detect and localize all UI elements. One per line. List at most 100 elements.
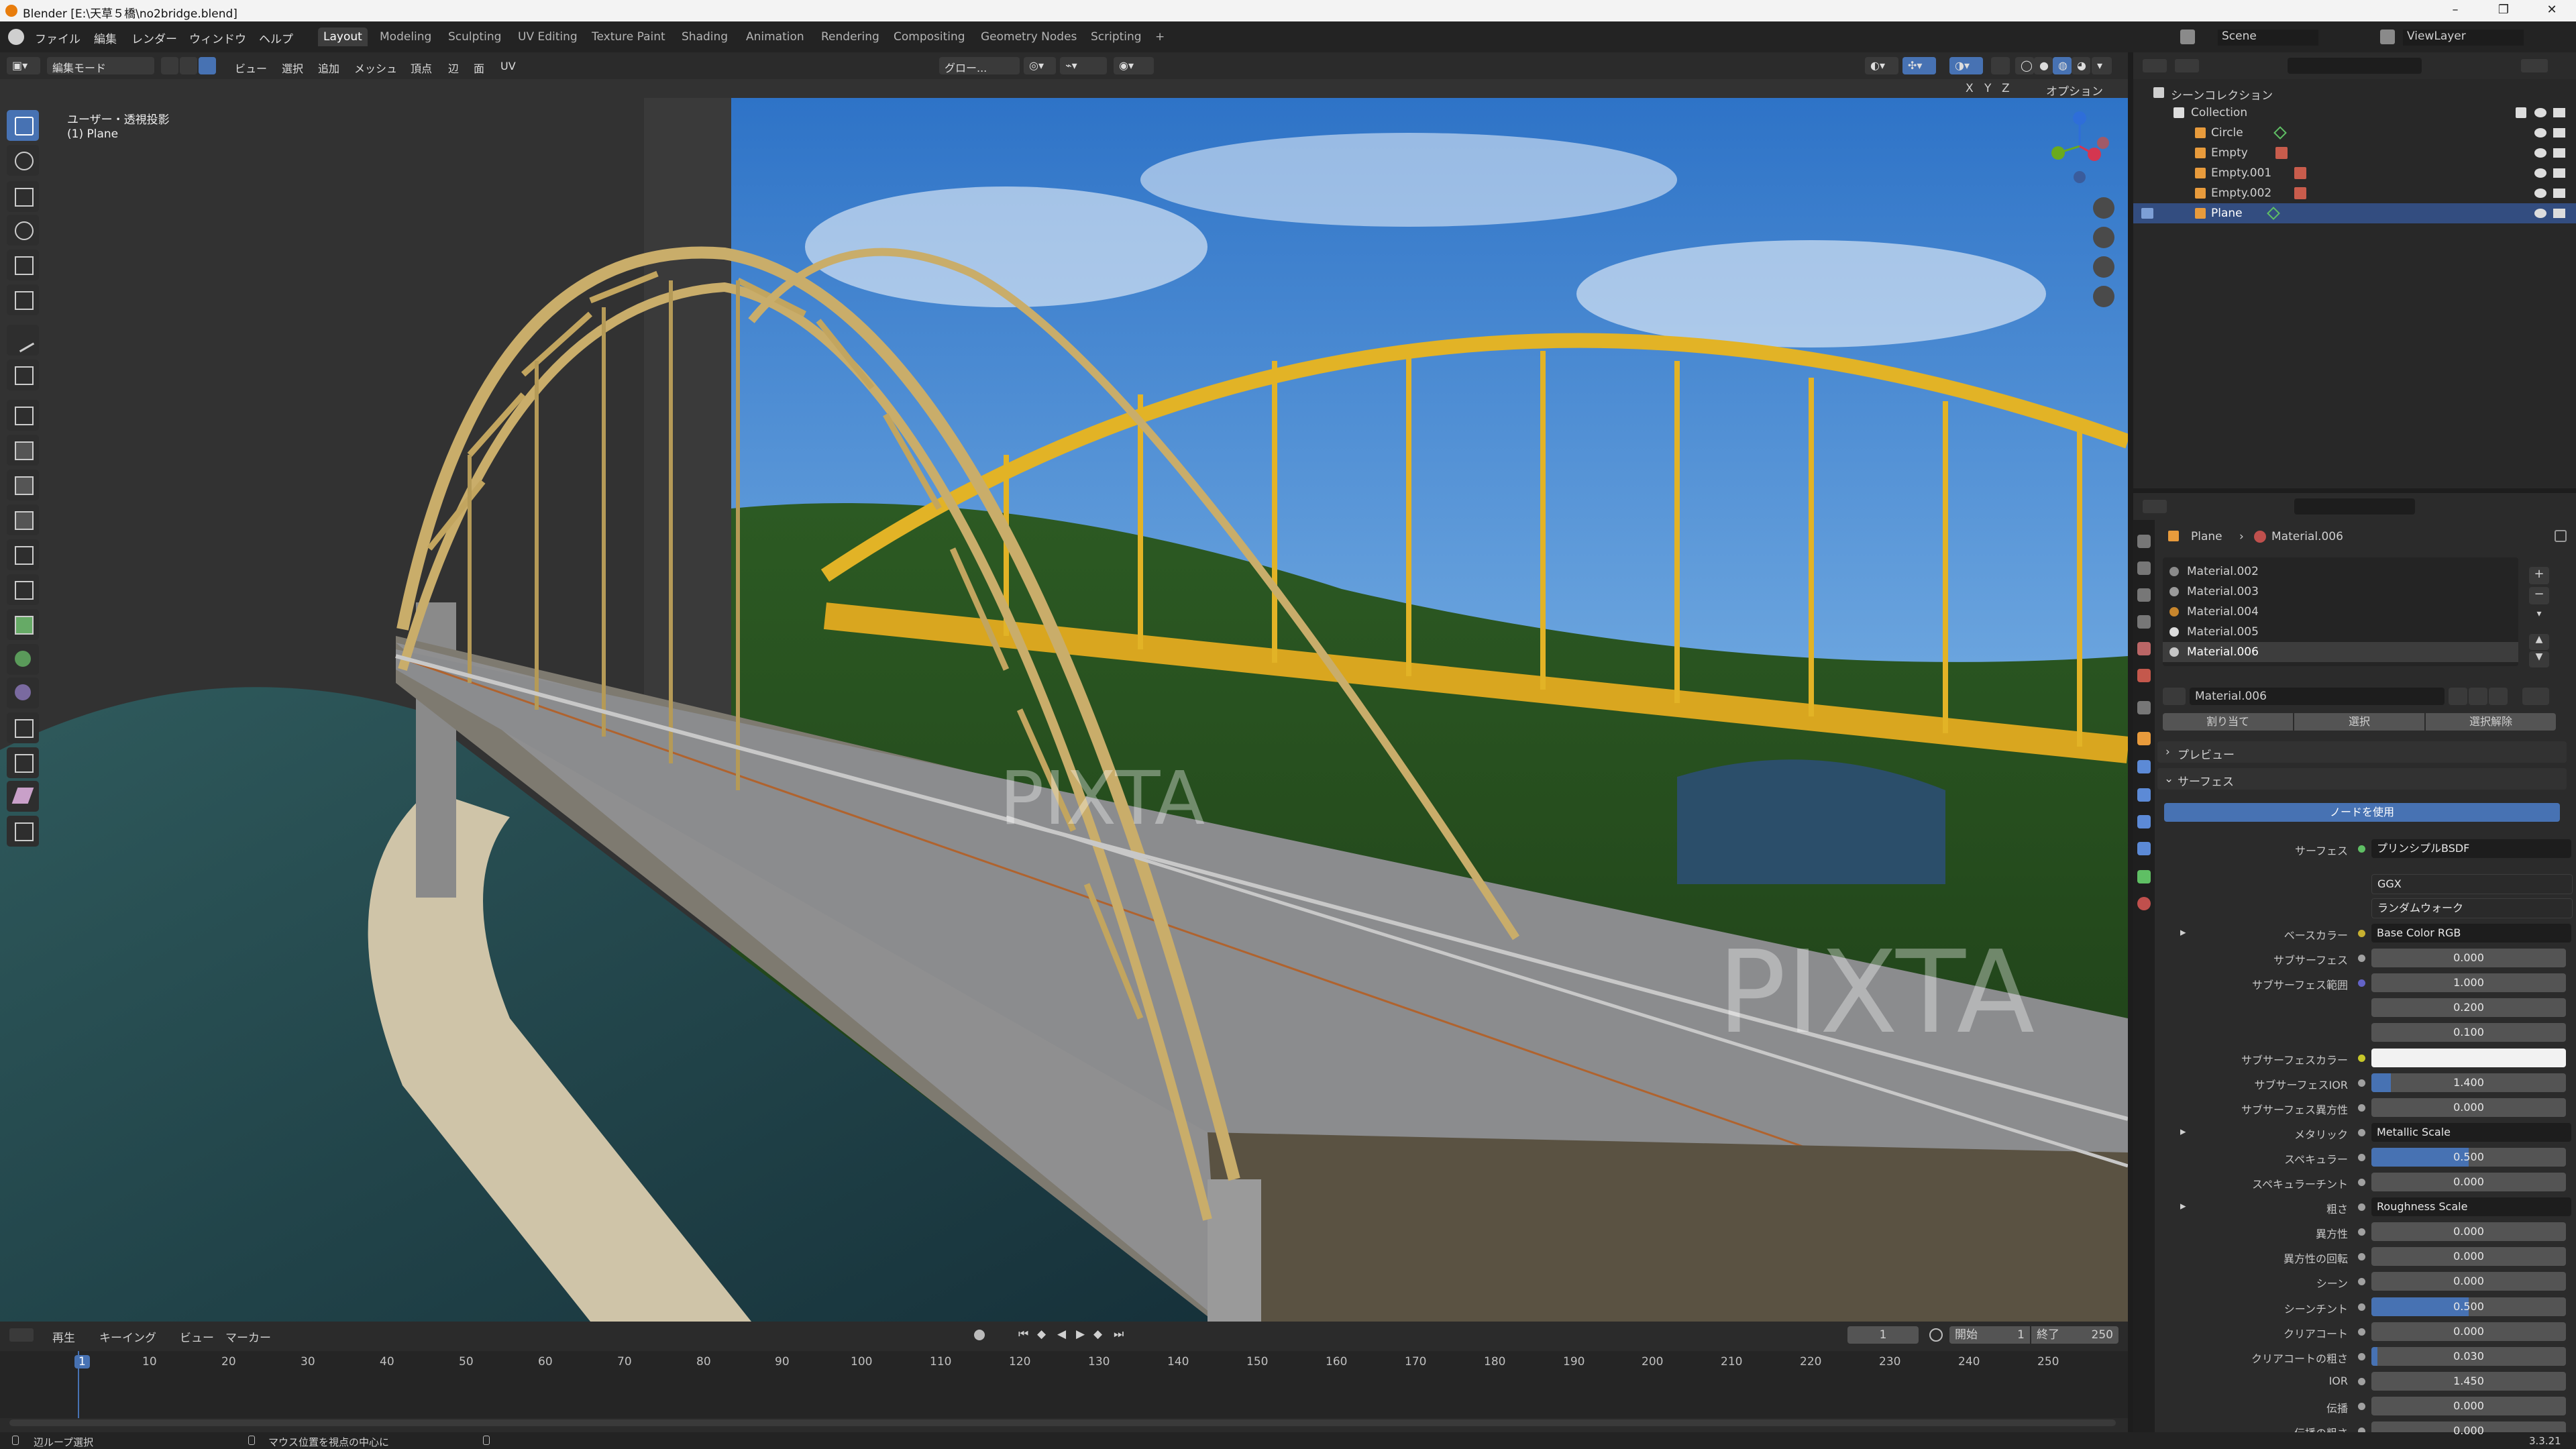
camera-icon[interactable] [2553,128,2565,138]
transform-orientation-selector[interactable]: グロー... [939,57,1020,74]
jump-start-icon[interactable]: ⏮ [1018,1328,1028,1341]
world-tab-icon[interactable] [2137,669,2151,682]
tab-sculpting[interactable]: Sculpting [443,28,506,46]
view-layer-tab-icon[interactable] [2137,615,2151,629]
cursor-tool[interactable] [7,145,39,176]
select-mode-edge[interactable] [180,57,197,74]
tab-shading[interactable]: Shading [676,28,733,46]
distribution-dropdown[interactable]: GGX [2371,874,2573,894]
properties-editor-type-icon[interactable] [2143,500,2167,513]
socket-dot-icon[interactable] [2358,1154,2365,1161]
camera-view-icon[interactable] [2093,256,2114,278]
material-slot[interactable]: Material.005 [2163,622,2518,642]
number-slider[interactable]: 0.200 [2371,998,2566,1017]
object-tab-icon[interactable] [2137,732,2151,745]
menu-file[interactable]: ファイル [35,30,80,46]
pin-icon[interactable] [2555,530,2567,542]
shading-solid-button[interactable]: ● [2034,57,2053,74]
number-slider[interactable]: 0.000 [2371,1272,2566,1291]
menu-window[interactable]: ウィンドウ [189,30,246,46]
number-slider[interactable]: 0.100 [2371,1023,2566,1042]
shading-rendered-button[interactable]: ◕ [2072,57,2090,74]
outliner-item-plane[interactable]: Plane [2133,203,2576,223]
pivot-point-button[interactable]: ◎▾ [1024,57,1056,74]
constraints-tab-icon[interactable] [2137,842,2151,855]
shading-options-button[interactable]: ▾ [2092,57,2112,74]
scene-selector[interactable]: Scene [2218,30,2318,46]
rotate-tool[interactable] [7,215,39,246]
menu-playback[interactable]: 再生 [52,1328,75,1345]
edge-slide-tool[interactable] [7,712,39,743]
socket-dot-icon[interactable] [2358,1228,2365,1236]
material-browse-icon[interactable] [2163,688,2186,705]
socket-dot-icon[interactable] [2358,1328,2365,1336]
navigation-gizmo[interactable] [2039,106,2120,186]
display-mode-icon[interactable] [2175,59,2199,72]
menu-view[interactable]: ビュー [235,60,267,76]
socket-dot-icon[interactable] [2358,1353,2365,1360]
scale-tool[interactable] [7,250,39,280]
output-tab-icon[interactable] [2137,588,2151,602]
expand-chevron-icon[interactable]: ▸ [2180,926,2186,939]
eye-icon[interactable] [2534,148,2546,158]
current-frame-field[interactable]: 1 [1847,1326,1919,1344]
zoom-icon[interactable] [2093,197,2114,219]
socket-dot-icon[interactable] [2358,1253,2365,1260]
frame-start-field[interactable]: 開始 1 [1949,1326,2030,1344]
material-slot[interactable]: Material.002 [2163,561,2518,582]
material-slot[interactable]: Material.004 [2163,602,2518,622]
assign-button[interactable]: 割り当て [2163,713,2293,731]
visibility-button[interactable]: ◐▾ [1865,57,1898,74]
material-slot-active[interactable]: Material.006 [2163,642,2518,662]
camera-icon[interactable] [2553,108,2565,117]
stopwatch-icon[interactable] [1929,1328,1943,1342]
remove-slot-button[interactable]: − [2529,587,2549,604]
timeline-editor-type-icon[interactable] [9,1328,34,1342]
number-slider[interactable]: 0.000 [2371,949,2566,967]
proportional-edit-toggle[interactable]: ◉▾ [1114,57,1154,74]
outliner-editor-type-icon[interactable] [2143,59,2167,72]
socket-dot-icon[interactable] [2358,930,2365,937]
shading-material-button[interactable]: ◍ [2053,57,2072,74]
socket-dot-icon[interactable] [2358,1403,2365,1410]
outliner-item-empty-002[interactable]: Empty.002 [2133,183,2576,203]
camera-icon[interactable] [2553,209,2565,218]
outliner-item-circle[interactable]: Circle [2133,123,2576,143]
surface-panel-header[interactable]: ⌄ サーフェス [2157,768,2567,790]
number-slider[interactable]: 0.000 [2371,1322,2566,1341]
menu-keying[interactable]: キーイング [99,1328,156,1345]
shrink-fatten-tool[interactable] [7,747,39,778]
link-type-icon[interactable] [2522,688,2549,705]
modifier-tab-icon[interactable] [2137,760,2151,773]
menu-edit[interactable]: 編集 [94,30,117,46]
socket-dot-icon[interactable] [2358,1203,2365,1211]
add-cube-tool[interactable] [7,400,39,431]
move-tool[interactable] [7,181,39,212]
unlink-material-icon[interactable] [2489,688,2508,705]
expand-chevron-icon[interactable]: ▸ [2180,1125,2186,1138]
3d-viewport[interactable]: PIXTA PIXTA ユーザー・透視投影 (1) Plane X Y Z オプ… [0,79,2128,1322]
material-slot[interactable]: Material.003 [2163,582,2518,602]
socket-dot-icon[interactable] [2358,1303,2365,1311]
number-slider[interactable]: 1.000 [2371,973,2566,992]
socket-dot-icon[interactable] [2358,1378,2365,1385]
shear-tool[interactable] [7,781,39,812]
number-slider[interactable]: 0.000 [2371,1397,2566,1415]
tool-tab-icon[interactable] [2137,535,2151,548]
tab-modeling[interactable]: Modeling [374,28,437,46]
tab-texture-paint[interactable]: Texture Paint [586,28,671,46]
transform-tool[interactable] [7,284,39,315]
close-button[interactable]: ✕ [2538,3,2565,19]
number-slider[interactable]: 0.000 [2371,1173,2566,1191]
socket-dot-icon[interactable] [2358,1129,2365,1136]
collection-tab-icon[interactable] [2137,701,2151,714]
menu-vertex[interactable]: 頂点 [411,60,432,76]
socket-dot-icon[interactable] [2358,955,2365,962]
gizmo-toggle[interactable]: ✣▾ [1902,57,1936,74]
add-slot-button[interactable]: + [2529,567,2549,584]
camera-icon[interactable] [2553,189,2565,198]
menu-add[interactable]: 追加 [318,60,339,76]
linked-node-field[interactable]: Roughness Scale [2371,1197,2571,1216]
tab-animation[interactable]: Animation [741,28,810,46]
select-button[interactable]: 選択 [2294,713,2424,731]
